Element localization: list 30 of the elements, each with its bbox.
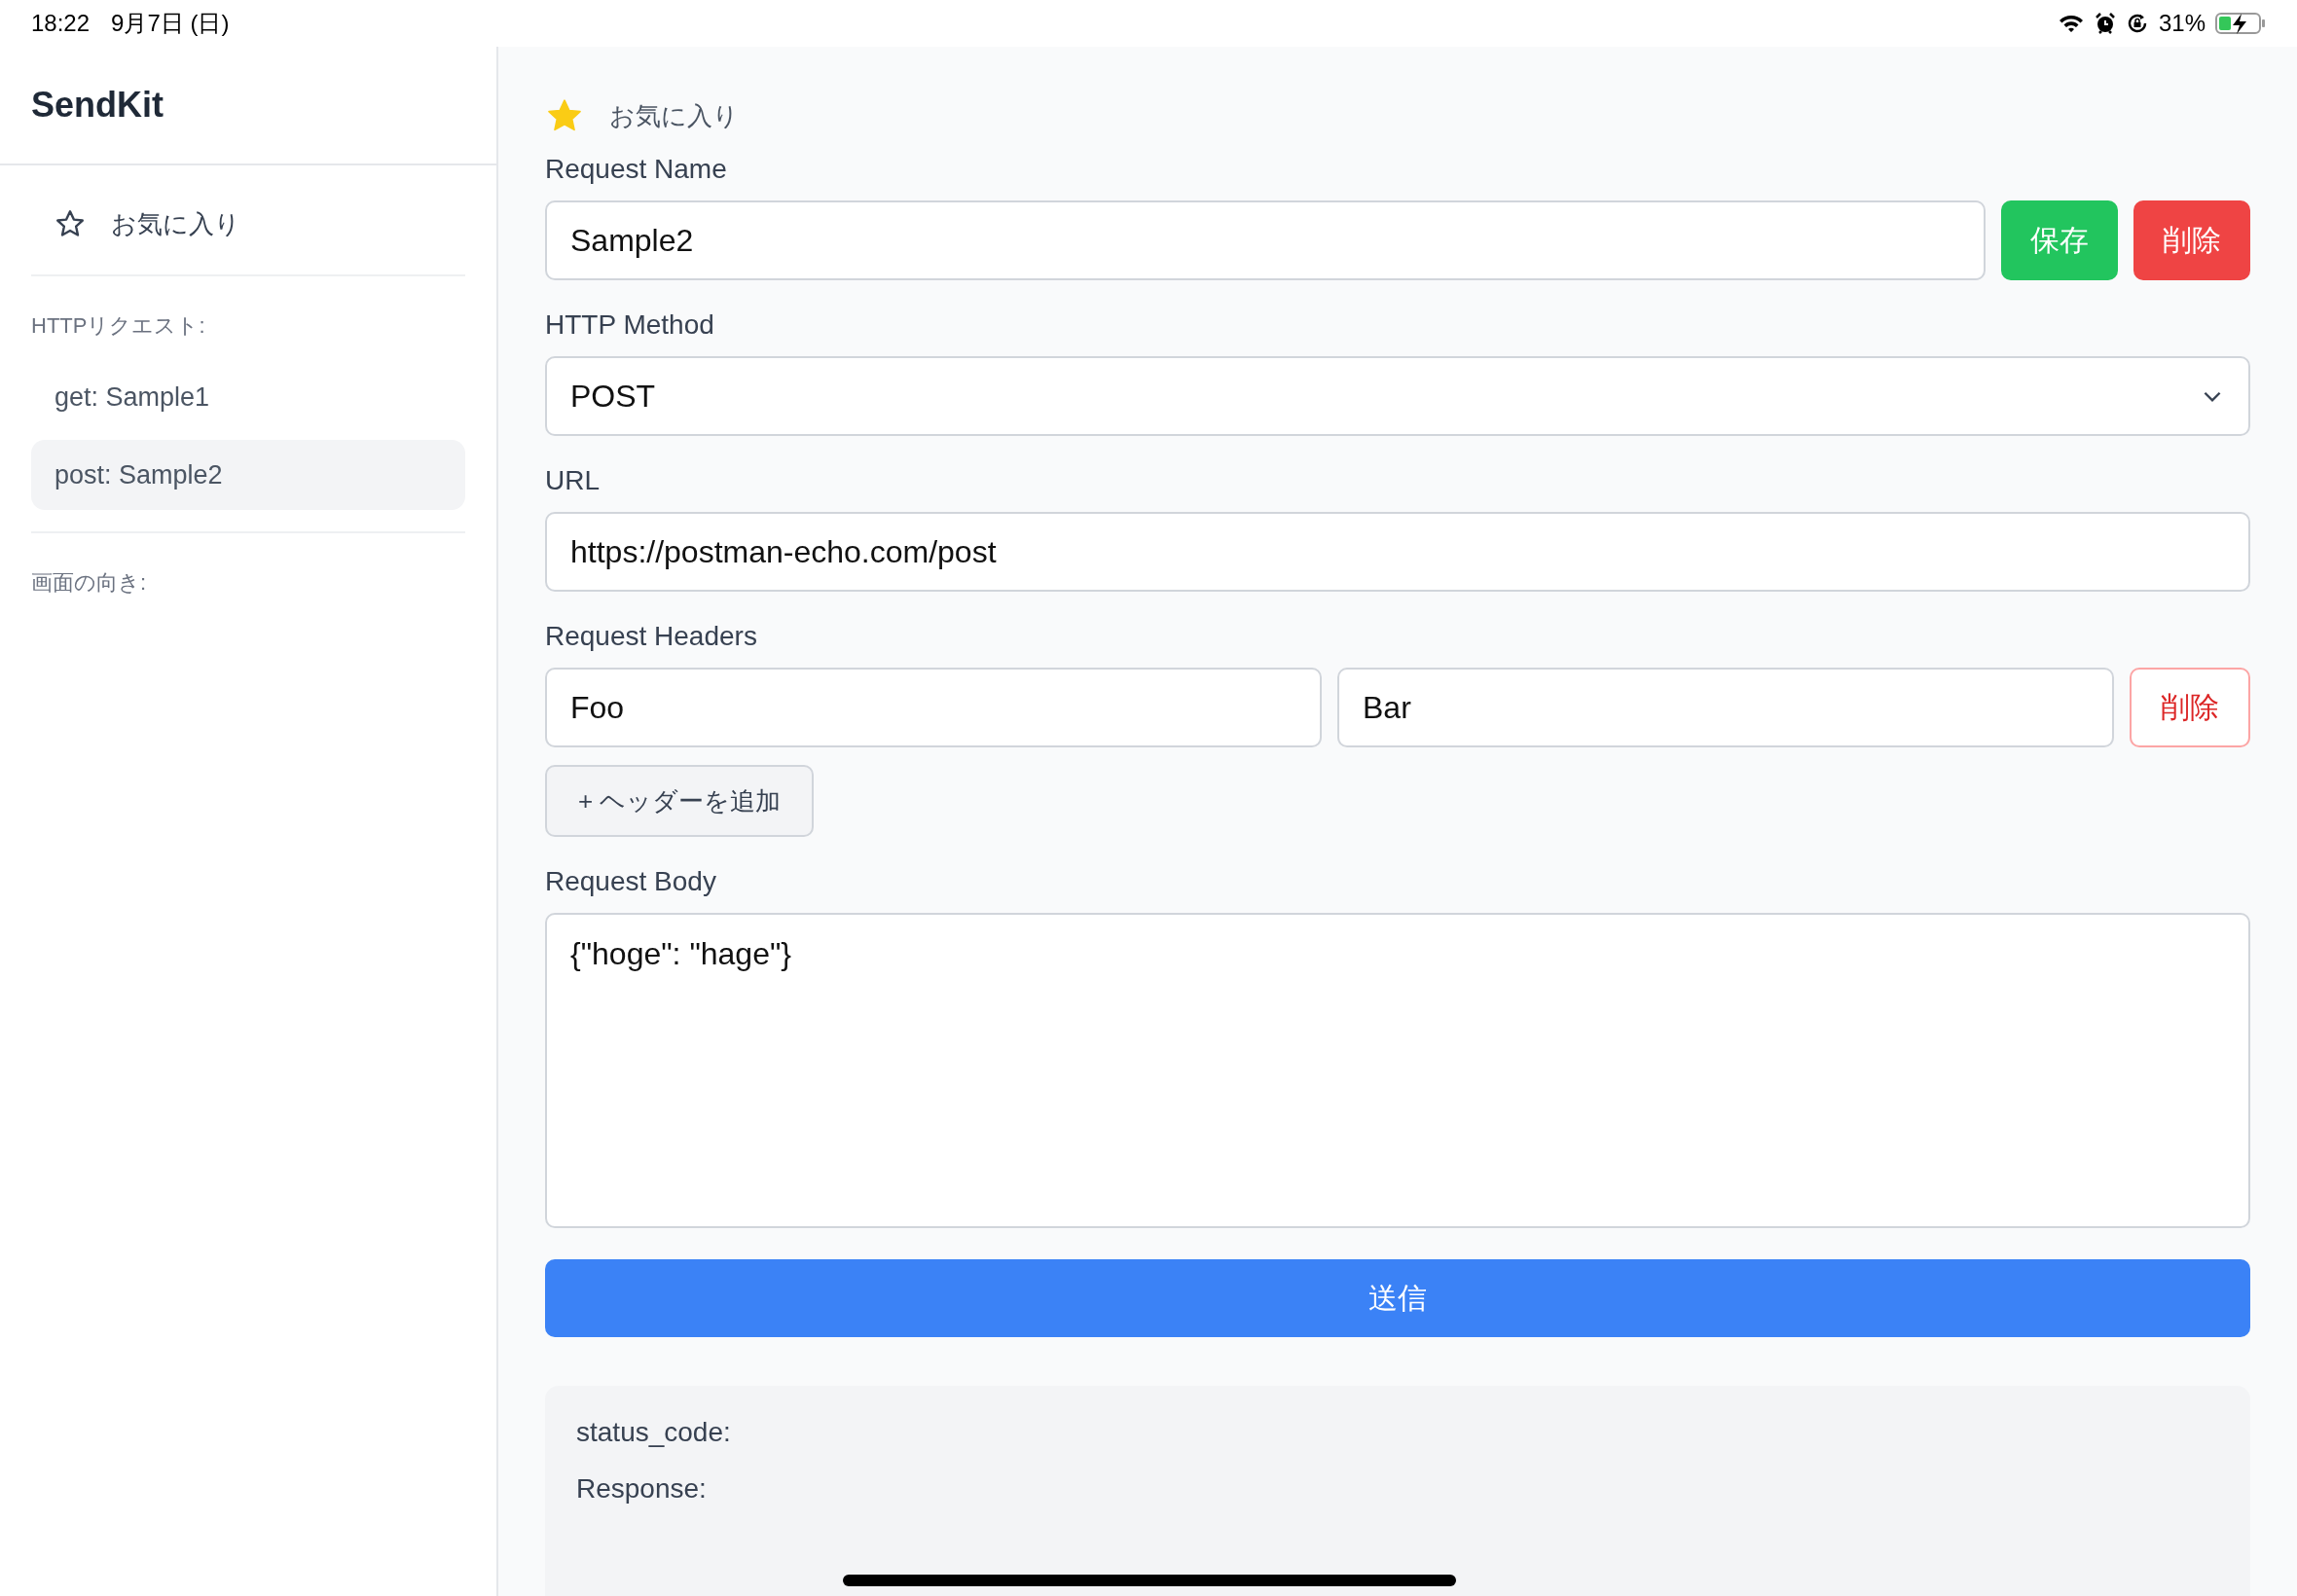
url-field[interactable]: https://postman-echo.com/post bbox=[545, 512, 2250, 592]
send-button[interactable]: 送信 bbox=[545, 1259, 2250, 1337]
section-label: 画面の向き: bbox=[31, 569, 148, 597]
delete-header-button[interactable]: 削除 bbox=[2130, 668, 2250, 747]
app-title: SendKit bbox=[31, 85, 164, 126]
request-item[interactable]: get: Sample1 bbox=[31, 362, 465, 432]
add-header-button[interactable]: + ヘッダーを追加 bbox=[545, 765, 815, 837]
status-date: 9月7日 (日) bbox=[111, 9, 230, 38]
star-icon bbox=[55, 208, 86, 239]
request-item[interactable]: post: Sample2 bbox=[31, 440, 465, 510]
status-time: 18:22 bbox=[31, 10, 91, 37]
section-label: HTTPリクエスト: bbox=[31, 312, 206, 340]
header-value-field[interactable]: Bar bbox=[1337, 668, 2114, 747]
delete-button[interactable]: 削除 bbox=[2133, 200, 2250, 280]
field-label: Request Headers bbox=[545, 621, 758, 652]
favorite-toggle[interactable]: お気に入り bbox=[545, 91, 739, 140]
response-label: Response: bbox=[576, 1473, 708, 1505]
favorites-link[interactable]: お気に入り bbox=[31, 187, 465, 261]
field-label: URL bbox=[545, 465, 601, 496]
method-select[interactable]: POST bbox=[545, 356, 2250, 436]
field-label: Request Name bbox=[545, 154, 728, 185]
field-label: HTTP Method bbox=[545, 309, 715, 341]
field-label: Request Body bbox=[545, 866, 717, 897]
request-body-field[interactable]: {"hoge": "hage"} bbox=[545, 913, 2250, 1228]
battery-percent: 31% bbox=[2158, 10, 2206, 37]
header-key-field[interactable]: Foo bbox=[545, 668, 1322, 747]
status-code-label: status_code: bbox=[576, 1417, 732, 1448]
alarm-clock-icon bbox=[2094, 12, 2116, 35]
battery-charging-icon bbox=[2215, 12, 2266, 35]
request-name-field[interactable]: Sample2 bbox=[545, 200, 1986, 280]
